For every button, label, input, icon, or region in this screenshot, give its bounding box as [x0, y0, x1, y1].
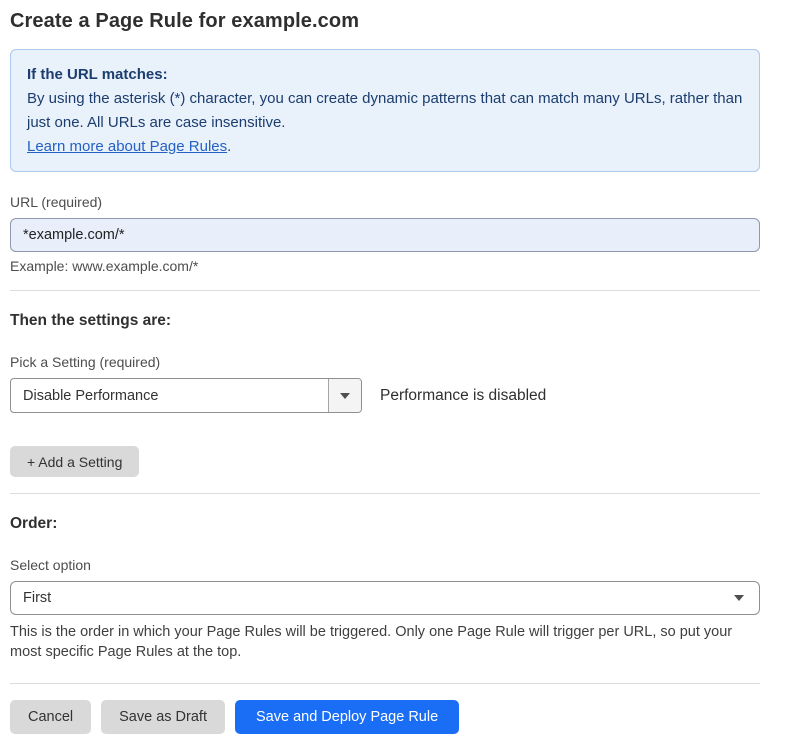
pick-setting-label: Pick a Setting (required): [10, 354, 760, 370]
chevron-down-icon: [734, 595, 744, 601]
setting-select-arrow-button[interactable]: [328, 379, 361, 412]
save-as-draft-button[interactable]: Save as Draft: [101, 700, 225, 734]
chevron-down-icon: [340, 393, 350, 399]
url-input[interactable]: [10, 218, 760, 252]
add-setting-button[interactable]: + Add a Setting: [10, 446, 139, 477]
order-select-value: First: [23, 590, 51, 606]
cancel-button[interactable]: Cancel: [10, 700, 91, 734]
setting-select-value: Disable Performance: [11, 379, 328, 412]
order-helper-text: This is the order in which your Page Rul…: [10, 622, 760, 662]
setting-select[interactable]: Disable Performance: [10, 378, 362, 413]
url-field-label: URL (required): [10, 194, 760, 210]
link-period: .: [227, 138, 231, 155]
order-select[interactable]: First: [10, 581, 760, 615]
divider-footer: [10, 683, 760, 684]
save-and-deploy-button[interactable]: Save and Deploy Page Rule: [235, 700, 459, 734]
settings-section-heading: Then the settings are:: [10, 312, 760, 330]
learn-more-link[interactable]: Learn more about Page Rules: [27, 138, 227, 155]
order-section-heading: Order:: [10, 515, 760, 533]
url-matches-info-box: If the URL matches: By using the asteris…: [10, 49, 760, 172]
footer-button-bar: Cancel Save as Draft Save and Deploy Pag…: [10, 700, 760, 734]
divider-settings-section: [10, 493, 760, 494]
setting-row: Disable Performance Performance is disab…: [10, 378, 760, 413]
url-example-helper: Example: www.example.com/*: [10, 258, 760, 274]
info-box-heading: If the URL matches:: [27, 63, 743, 87]
setting-status-text: Performance is disabled: [380, 387, 546, 405]
info-box-link-line: Learn more about Page Rules.: [27, 135, 743, 159]
divider-url-section: [10, 290, 760, 291]
info-box-body: By using the asterisk (*) character, you…: [27, 87, 743, 135]
order-select-label: Select option: [10, 557, 760, 573]
page-title: Create a Page Rule for example.com: [10, 10, 760, 33]
